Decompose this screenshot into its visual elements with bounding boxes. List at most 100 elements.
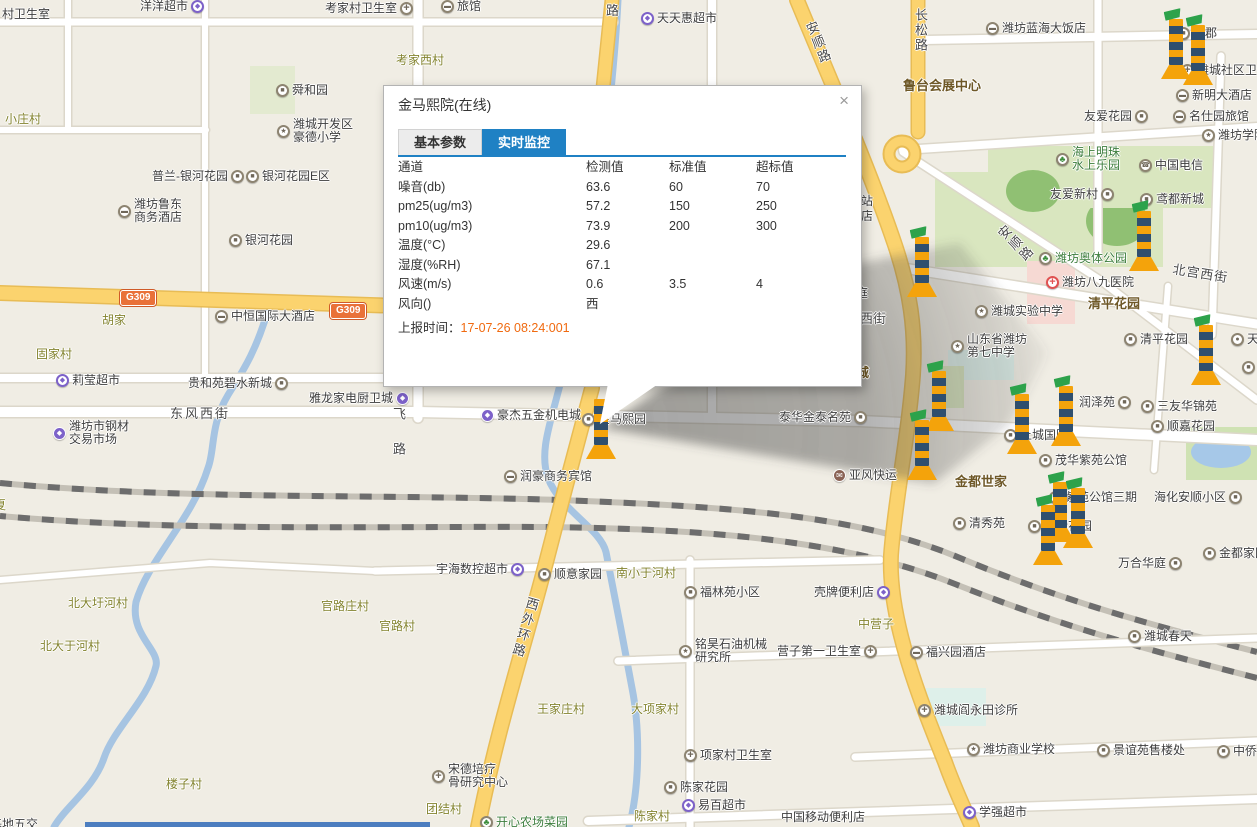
- village-label: 考家西村: [396, 51, 444, 68]
- poi-label: +宋德培疗 骨研究中心: [432, 763, 508, 789]
- popup-title: 金马熙院(在线): [398, 95, 491, 115]
- sensor-table: 通道检测值标准值超标值 噪音(db)63.66070pm25(ug/m3)57.…: [398, 158, 850, 314]
- building-icon: ■: [231, 170, 244, 183]
- shop-icon: ◆: [511, 563, 524, 576]
- district-label: 鲁台会展中心: [903, 75, 981, 94]
- chimney-base-icon: [907, 283, 937, 297]
- station-marker[interactable]: [907, 410, 937, 480]
- station-marker[interactable]: [1033, 495, 1063, 565]
- hotel-icon: ▬: [215, 310, 228, 323]
- poi-label: 普兰-银河花园■: [152, 170, 244, 183]
- poi-label: ★山东省潍坊 第七中学: [951, 333, 1027, 359]
- purple-icon: ◆: [53, 427, 66, 440]
- station-marker[interactable]: [1129, 201, 1159, 271]
- channel-value: [756, 295, 850, 315]
- village-label: 官路庄村: [321, 597, 369, 614]
- poi-text-label: 中国移动便利店: [781, 808, 865, 825]
- village-label: 固家村: [36, 345, 72, 362]
- poi-name: 山东省潍坊 第七中学: [967, 333, 1027, 359]
- poi-name: 福兴园酒店: [926, 646, 986, 659]
- hotel-icon: ▬: [504, 470, 517, 483]
- sensor-row: pm10(ug/m3)73.9200300: [398, 217, 850, 237]
- poi-label: ■陈家花园: [664, 781, 728, 794]
- chimney-base-icon: [1129, 257, 1159, 271]
- channel-value: 70: [756, 178, 850, 198]
- station-marker[interactable]: [1007, 384, 1037, 454]
- poi-name: 陈家花园: [680, 781, 728, 794]
- poi-label: ✉亚风快运: [833, 469, 897, 482]
- building-icon: ■: [1151, 420, 1164, 433]
- poi-label: 贵和苑碧水新城■: [188, 377, 288, 390]
- building-icon: ■: [1203, 547, 1216, 560]
- chimney-icon: [915, 420, 929, 466]
- station-marker[interactable]: [1063, 478, 1093, 548]
- village-label: 陈家村: [634, 807, 670, 824]
- poi-label: ★潍城开发区 豪德小学: [277, 118, 353, 144]
- poi-name: 豪杰五金机电城: [497, 409, 581, 422]
- station-marker[interactable]: [1183, 15, 1213, 85]
- poi-name: 普兰-银河花园: [152, 170, 228, 183]
- building-icon: ■: [1229, 491, 1242, 504]
- building-icon: ■: [276, 84, 289, 97]
- poi-label: ▬名仕园旅馆: [1173, 110, 1249, 123]
- bottom-blue-strip: [85, 822, 430, 827]
- district-label: 清平花园: [1088, 293, 1140, 312]
- poi-label: 壳牌便利店◆: [814, 586, 890, 599]
- poi-label: 考家村卫生室+: [325, 2, 413, 15]
- village-label: 楼子村: [166, 775, 202, 792]
- chimney-icon: [1191, 25, 1205, 71]
- poi-label: ◆豪杰五金机电城: [481, 409, 581, 422]
- channel-name: pm25(ug/m3): [398, 197, 586, 217]
- channel-value: 57.2: [586, 197, 669, 217]
- chimney-base-icon: [586, 445, 616, 459]
- tab-basic-params[interactable]: 基本参数: [398, 129, 482, 157]
- poi-name: 鸢都新城: [1156, 193, 1204, 206]
- cross-icon: +: [864, 645, 877, 658]
- cross-icon: +: [918, 704, 931, 717]
- chimney-base-icon: [1051, 432, 1081, 446]
- poi-name: 潍城实验中学: [991, 305, 1063, 318]
- station-marker[interactable]: [1051, 376, 1081, 446]
- poi-label: 万合华庭■: [1118, 557, 1182, 570]
- station-marker[interactable]: [907, 227, 937, 297]
- poi-text-label: 村卫生室: [2, 5, 50, 22]
- chimney-base-icon: [1033, 551, 1063, 565]
- shop-icon: ◆: [963, 806, 976, 819]
- station-marker[interactable]: [1191, 315, 1221, 385]
- poi-label: ▬旅馆: [441, 0, 481, 13]
- chimney-base-icon: [1007, 440, 1037, 454]
- report-time-value: 17-07-26 08:24:001: [461, 321, 570, 335]
- chimney-icon: [915, 237, 929, 283]
- channel-value: [669, 295, 756, 315]
- village-label: 北大圩河村: [68, 594, 128, 611]
- close-icon[interactable]: ×: [839, 91, 849, 111]
- village-label: 团结村: [426, 800, 462, 817]
- poi-name: 清平花园: [1140, 333, 1188, 346]
- tab-realtime-monitor[interactable]: 实时监控: [482, 129, 566, 157]
- channel-value: [669, 256, 756, 276]
- poi-name: 铭昊石油机械 研究所: [695, 638, 767, 664]
- tree-icon: ♣: [1056, 153, 1069, 166]
- poi-label: 友爱新村■: [1050, 188, 1114, 201]
- poi-name: 潍城春天: [1144, 630, 1192, 643]
- poi-name: 潍坊鲁东 商务酒店: [134, 198, 182, 224]
- building-icon: ■: [538, 568, 551, 581]
- hotel-icon: ▬: [1173, 110, 1186, 123]
- channel-value: [756, 236, 850, 256]
- channel-name: 风向(): [398, 295, 586, 315]
- channel-name: 温度(°C): [398, 236, 586, 256]
- poi-name: 潍坊奥体公园: [1055, 252, 1127, 265]
- poi-label: ♣海上明珠 水上乐园: [1056, 146, 1120, 172]
- poi-name: 易百超市: [698, 799, 746, 812]
- village-label: 王家庄村: [537, 700, 585, 717]
- channel-value: 67.1: [586, 256, 669, 276]
- channel-value: [756, 256, 850, 276]
- poi-label: ■清秀苑: [953, 517, 1005, 530]
- channel-name: pm10(ug/m3): [398, 217, 586, 237]
- village-label: 小庄村: [5, 110, 41, 127]
- village-label: 中营子: [858, 615, 894, 632]
- map-canvas[interactable]: 金马熙院(在线) × 基本参数 实时监控 通道检测值标准值超标值 噪音(db)6…: [0, 0, 1257, 827]
- sensor-row: 风向()西: [398, 295, 850, 315]
- building-icon: ■: [1039, 454, 1052, 467]
- village-label: 大项家村: [631, 700, 679, 717]
